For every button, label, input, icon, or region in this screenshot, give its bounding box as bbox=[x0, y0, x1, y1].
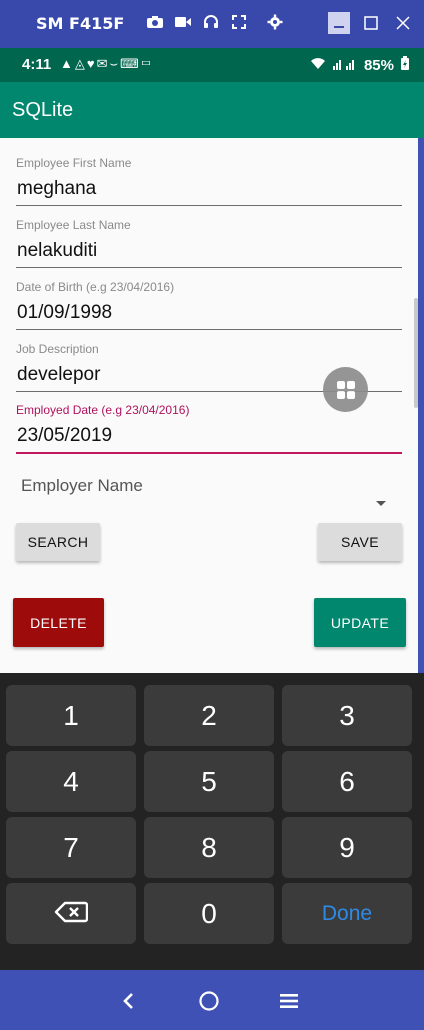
first-name-input[interactable]: meghana bbox=[16, 178, 402, 200]
emulator-window: SM F415F 4:11 ▲◬♥✉︎⌣⌨▭ 85% SQLite Employ… bbox=[0, 0, 424, 1030]
key-6[interactable]: 6 bbox=[282, 751, 412, 812]
battery-icon bbox=[400, 56, 410, 74]
android-status-bar: 4:11 ▲◬♥✉︎⌣⌨▭ 85% bbox=[0, 48, 424, 82]
app-title: SQLite bbox=[12, 99, 74, 121]
dropdown-arrow-icon bbox=[376, 501, 386, 506]
fullscreen-icon[interactable] bbox=[230, 12, 248, 32]
employed-date-input[interactable]: 23/05/2019 bbox=[16, 425, 402, 447]
key-5[interactable]: 5 bbox=[144, 751, 274, 812]
window-controls bbox=[328, 12, 414, 34]
job-description-label: Job Description bbox=[16, 342, 99, 356]
search-button[interactable]: SEARCH bbox=[16, 523, 100, 561]
dob-input[interactable]: 01/09/1998 bbox=[16, 302, 402, 324]
app-bar: SQLite bbox=[0, 82, 424, 138]
signal-icon bbox=[332, 57, 358, 74]
employer-name-spinner[interactable]: Employer Name bbox=[16, 472, 402, 512]
wifi-icon bbox=[310, 57, 326, 74]
key-4[interactable]: 4 bbox=[6, 751, 136, 812]
last-name-field[interactable]: Employee Last Name nelakuditi bbox=[16, 218, 402, 268]
window-title-bar: SM F415F bbox=[0, 0, 424, 48]
employed-date-underline bbox=[16, 452, 402, 454]
dob-label: Date of Birth (e.g 23/04/2016) bbox=[16, 280, 175, 294]
done-key[interactable]: Done bbox=[282, 883, 412, 944]
video-icon[interactable] bbox=[174, 12, 192, 32]
device-name: SM F415F bbox=[36, 14, 125, 33]
window-toolbar bbox=[146, 12, 284, 32]
status-time: 4:11 bbox=[22, 56, 52, 73]
navigation-bar bbox=[0, 970, 424, 1030]
headphones-icon[interactable] bbox=[202, 12, 220, 32]
battery-percent: 85% bbox=[363, 56, 394, 74]
dob-field[interactable]: Date of Birth (e.g 23/04/2016) 01/09/199… bbox=[16, 280, 402, 330]
floating-grid-icon[interactable] bbox=[323, 367, 368, 412]
employer-name-placeholder: Employer Name bbox=[21, 476, 143, 495]
key-3[interactable]: 3 bbox=[282, 685, 412, 746]
first-name-field[interactable]: Employee First Name meghana bbox=[16, 156, 402, 206]
home-icon[interactable] bbox=[194, 986, 224, 1016]
notification-icons: ▲◬♥✉︎⌣⌨▭ bbox=[60, 56, 154, 71]
last-name-input[interactable]: nelakuditi bbox=[16, 240, 402, 262]
first-name-underline bbox=[16, 205, 402, 206]
last-name-underline bbox=[16, 267, 402, 268]
maximize-icon[interactable] bbox=[360, 12, 382, 34]
key-0[interactable]: 0 bbox=[144, 883, 274, 944]
dob-underline bbox=[16, 329, 402, 330]
close-icon[interactable] bbox=[392, 12, 414, 34]
backspace-icon bbox=[54, 898, 89, 930]
camera-icon[interactable] bbox=[146, 12, 164, 32]
key-8[interactable]: 8 bbox=[144, 817, 274, 878]
first-name-label: Employee First Name bbox=[16, 156, 132, 170]
menu-icon[interactable] bbox=[274, 986, 304, 1016]
backspace-key[interactable] bbox=[6, 883, 136, 944]
minimize-icon[interactable] bbox=[328, 12, 350, 34]
delete-button[interactable]: DELETE bbox=[13, 598, 104, 647]
key-7[interactable]: 7 bbox=[6, 817, 136, 878]
settings-icon[interactable] bbox=[266, 12, 284, 32]
numeric-keyboard: 1 2 3 4 5 6 7 8 9 0 Done bbox=[0, 673, 424, 970]
form-content: Employee First Name meghana Employee Las… bbox=[0, 138, 418, 674]
back-icon[interactable] bbox=[114, 986, 144, 1016]
update-button[interactable]: UPDATE bbox=[314, 598, 406, 647]
last-name-label: Employee Last Name bbox=[16, 218, 131, 232]
scrollbar[interactable] bbox=[414, 298, 418, 408]
status-right: 85% bbox=[310, 56, 410, 74]
save-button[interactable]: SAVE bbox=[318, 523, 402, 561]
key-2[interactable]: 2 bbox=[144, 685, 274, 746]
key-1[interactable]: 1 bbox=[6, 685, 136, 746]
key-9[interactable]: 9 bbox=[282, 817, 412, 878]
